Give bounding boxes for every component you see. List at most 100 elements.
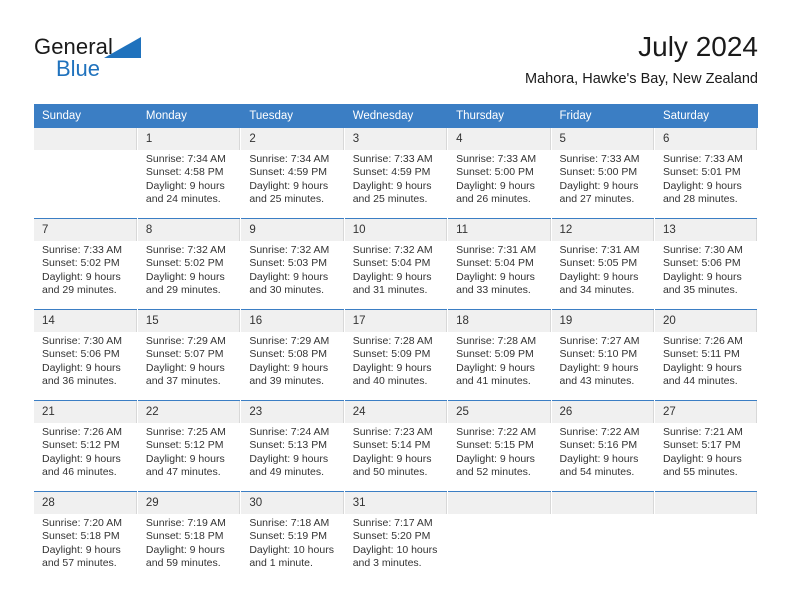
calendar-day-cell[interactable]: 14 Sunrise: 7:30 AM Sunset: 5:06 PM Dayligh… [34, 309, 138, 401]
daylight-duration-line2: and 44 minutes. [662, 375, 738, 388]
daylight-duration-line2: and 34 minutes. [559, 284, 635, 297]
title-block: July 2024 Mahora, Hawke's Bay, New Zeala… [525, 30, 758, 88]
calendar-day-cell[interactable]: 17 Sunrise: 7:28 AM Sunset: 5:09 PM Dayligh… [344, 309, 449, 401]
page-header: General Blue July 2024 Mahora, Hawke's B… [34, 30, 758, 96]
day-cell-inner: 5 Sunrise: 7:33 AM Sunset: 5:00 PM Daylight… [551, 128, 654, 218]
calendar-day-cell[interactable]: 16 Sunrise: 7:29 AM Sunset: 5:08 PM Dayligh… [240, 309, 345, 401]
calendar-day-cell[interactable]: 7 Sunrise: 7:33 AM Sunset: 5:02 PM Daylight… [34, 218, 138, 310]
calendar-body: 1 Sunrise: 7:34 AM Sunset: 4:58 PM Daylight… [34, 128, 759, 582]
daylight-duration-line2: and 36 minutes. [42, 375, 117, 388]
day-cell-inner [448, 492, 551, 582]
sunrise-time: Sunrise: 7:34 AM [249, 153, 330, 165]
sunset-time: Sunset: 5:18 PM [145, 530, 224, 543]
daylight-duration-line2: and 26 minutes. [456, 193, 531, 206]
calendar-day-cell[interactable]: 22 Sunrise: 7:25 AM Sunset: 5:12 PM Dayligh… [137, 400, 242, 492]
daylight-duration-line2: and 29 minutes. [42, 284, 117, 297]
day-number: 13 [654, 219, 758, 241]
day-number [448, 492, 551, 514]
calendar-day-cell[interactable]: 15 Sunrise: 7:29 AM Sunset: 5:07 PM Dayligh… [137, 309, 242, 401]
calendar-day-cell[interactable]: 11 Sunrise: 7:31 AM Sunset: 5:04 PM Dayligh… [447, 218, 552, 310]
calendar-day-cell[interactable]: 23 Sunrise: 7:24 AM Sunset: 5:13 PM Dayligh… [240, 400, 345, 492]
day-details: Sunrise: 7:34 AM Sunset: 4:59 PM Daylight:… [241, 150, 343, 207]
sunrise-time: Sunrise: 7:27 AM [559, 335, 640, 347]
weekday-header-row: Sunday Monday Tuesday Wednesday Thursday… [34, 104, 759, 128]
day-cell-inner: 30 Sunrise: 7:18 AM Sunset: 5:19 PM Dayligh… [241, 492, 344, 582]
day-number: 21 [34, 401, 137, 423]
sunset-time: Sunset: 5:19 PM [249, 530, 327, 543]
day-details: Sunrise: 7:33 AM Sunset: 4:59 PM Daylight:… [345, 150, 447, 207]
day-details: Sunrise: 7:33 AM Sunset: 5:01 PM Daylight:… [655, 150, 757, 207]
day-cell-inner: 14 Sunrise: 7:30 AM Sunset: 5:06 PM Dayligh… [34, 310, 137, 400]
calendar-day-cell[interactable]: 18 Sunrise: 7:28 AM Sunset: 5:09 PM Dayligh… [447, 309, 552, 401]
daylight-duration-line2: and 31 minutes. [352, 284, 428, 297]
day-cell-inner: 17 Sunrise: 7:28 AM Sunset: 5:09 PM Dayligh… [344, 310, 448, 400]
day-details: Sunrise: 7:24 AM Sunset: 5:13 PM Daylight:… [241, 423, 343, 480]
calendar-day-cell[interactable]: 12 Sunrise: 7:31 AM Sunset: 5:05 PM Dayligh… [551, 218, 655, 310]
calendar-day-cell[interactable]: 19 Sunrise: 7:27 AM Sunset: 5:10 PM Dayligh… [551, 309, 655, 401]
calendar-day-cell[interactable]: 2 Sunrise: 7:34 AM Sunset: 4:59 PM Daylight… [240, 128, 345, 219]
day-details [448, 514, 550, 517]
calendar-day-cell[interactable]: 3 Sunrise: 7:33 AM Sunset: 4:59 PM Daylight… [344, 128, 449, 219]
calendar-day-cell[interactable]: 27 Sunrise: 7:21 AM Sunset: 5:17 PM Dayligh… [654, 400, 759, 492]
calendar-day-cell[interactable]: 26 Sunrise: 7:22 AM Sunset: 5:16 PM Dayligh… [551, 400, 655, 492]
sunrise-time: Sunrise: 7:24 AM [249, 426, 330, 438]
day-cell-inner: 25 Sunrise: 7:22 AM Sunset: 5:15 PM Dayligh… [448, 401, 551, 491]
calendar-day-cell[interactable]: 28 Sunrise: 7:20 AM Sunset: 5:18 PM Dayligh… [34, 491, 138, 582]
calendar-day-cell[interactable]: 8 Sunrise: 7:32 AM Sunset: 5:02 PM Daylight… [137, 218, 242, 310]
calendar-day-cell[interactable]: 20 Sunrise: 7:26 AM Sunset: 5:11 PM Dayligh… [654, 309, 759, 401]
day-cell-inner: 1 Sunrise: 7:34 AM Sunset: 4:58 PM Daylight… [137, 128, 241, 218]
daylight-duration-line2: and 27 minutes. [559, 193, 635, 206]
calendar-day-cell[interactable]: 10 Sunrise: 7:32 AM Sunset: 5:04 PM Dayligh… [344, 218, 449, 310]
calendar-day-cell [551, 491, 655, 582]
day-number: 11 [448, 219, 551, 241]
calendar-day-cell[interactable]: 24 Sunrise: 7:23 AM Sunset: 5:14 PM Dayligh… [344, 400, 449, 492]
day-details: Sunrise: 7:28 AM Sunset: 5:09 PM Daylight:… [345, 332, 447, 389]
sunrise-time: Sunrise: 7:25 AM [145, 426, 226, 438]
day-cell-inner: 4 Sunrise: 7:33 AM Sunset: 5:00 PM Daylight… [448, 128, 551, 218]
daylight-duration-line2: and 25 minutes. [249, 193, 325, 206]
daylight-duration-line1: Daylight: 9 hours [145, 361, 225, 374]
calendar-day-cell[interactable]: 30 Sunrise: 7:18 AM Sunset: 5:19 PM Dayligh… [240, 491, 345, 582]
sunrise-time: Sunrise: 7:33 AM [559, 153, 640, 165]
calendar-day-cell[interactable]: 6 Sunrise: 7:33 AM Sunset: 5:01 PM Daylight… [654, 128, 759, 219]
sunset-time: Sunset: 5:12 PM [145, 439, 224, 452]
day-cell-inner: 2 Sunrise: 7:34 AM Sunset: 4:59 PM Daylight… [241, 128, 344, 218]
weekday-header-tuesday: Tuesday [240, 104, 345, 128]
calendar-day-cell[interactable]: 4 Sunrise: 7:33 AM Sunset: 5:00 PM Daylight… [447, 128, 552, 219]
day-details: Sunrise: 7:18 AM Sunset: 5:19 PM Daylight:… [241, 514, 343, 571]
calendar-day-cell[interactable]: 13 Sunrise: 7:30 AM Sunset: 5:06 PM Dayligh… [654, 218, 759, 310]
daylight-duration-line1: Daylight: 9 hours [456, 179, 535, 192]
day-cell-inner: 28 Sunrise: 7:20 AM Sunset: 5:18 PM Dayligh… [34, 492, 137, 582]
day-cell-inner: 7 Sunrise: 7:33 AM Sunset: 5:02 PM Daylight… [34, 219, 137, 309]
day-number: 24 [344, 401, 448, 423]
calendar-day-cell[interactable]: 9 Sunrise: 7:32 AM Sunset: 5:03 PM Daylight… [240, 218, 345, 310]
daylight-duration-line1: Daylight: 9 hours [42, 452, 121, 465]
calendar-day-cell[interactable]: 31 Sunrise: 7:17 AM Sunset: 5:20 PM Dayligh… [344, 491, 449, 582]
sunrise-time: Sunrise: 7:22 AM [559, 426, 640, 438]
day-details: Sunrise: 7:31 AM Sunset: 5:05 PM Daylight:… [552, 241, 654, 298]
calendar-day-cell[interactable]: 25 Sunrise: 7:22 AM Sunset: 5:15 PM Dayligh… [447, 400, 552, 492]
sunset-time: Sunset: 4:59 PM [352, 166, 431, 179]
daylight-duration-line2: and 55 minutes. [662, 466, 738, 479]
sunrise-time: Sunrise: 7:26 AM [662, 335, 743, 347]
day-number: 19 [551, 310, 654, 332]
day-details [655, 514, 757, 517]
calendar-day-cell [654, 491, 759, 582]
sunset-time: Sunset: 5:04 PM [456, 257, 534, 270]
day-number: 29 [137, 492, 241, 514]
sunrise-time: Sunrise: 7:26 AM [42, 426, 122, 438]
day-number: 4 [448, 128, 551, 150]
sunset-time: Sunset: 5:15 PM [456, 439, 534, 452]
sunrise-time: Sunrise: 7:21 AM [662, 426, 743, 438]
calendar-day-cell[interactable]: 29 Sunrise: 7:19 AM Sunset: 5:18 PM Dayligh… [137, 491, 242, 582]
daylight-duration-line2: and 35 minutes. [662, 284, 738, 297]
sunset-time: Sunset: 5:18 PM [42, 530, 120, 543]
daylight-duration-line2: and 24 minutes. [145, 193, 221, 206]
calendar-day-cell[interactable]: 5 Sunrise: 7:33 AM Sunset: 5:00 PM Daylight… [551, 128, 655, 219]
calendar-day-cell[interactable]: 1 Sunrise: 7:34 AM Sunset: 4:58 PM Daylight… [137, 128, 242, 219]
daylight-duration-line2: and 59 minutes. [145, 557, 221, 570]
general-blue-logo[interactable]: General Blue [34, 34, 254, 92]
calendar-day-cell[interactable]: 21 Sunrise: 7:26 AM Sunset: 5:12 PM Dayligh… [34, 400, 138, 492]
daylight-duration-line2: and 52 minutes. [456, 466, 531, 479]
weekday-header-thursday: Thursday [447, 104, 552, 128]
